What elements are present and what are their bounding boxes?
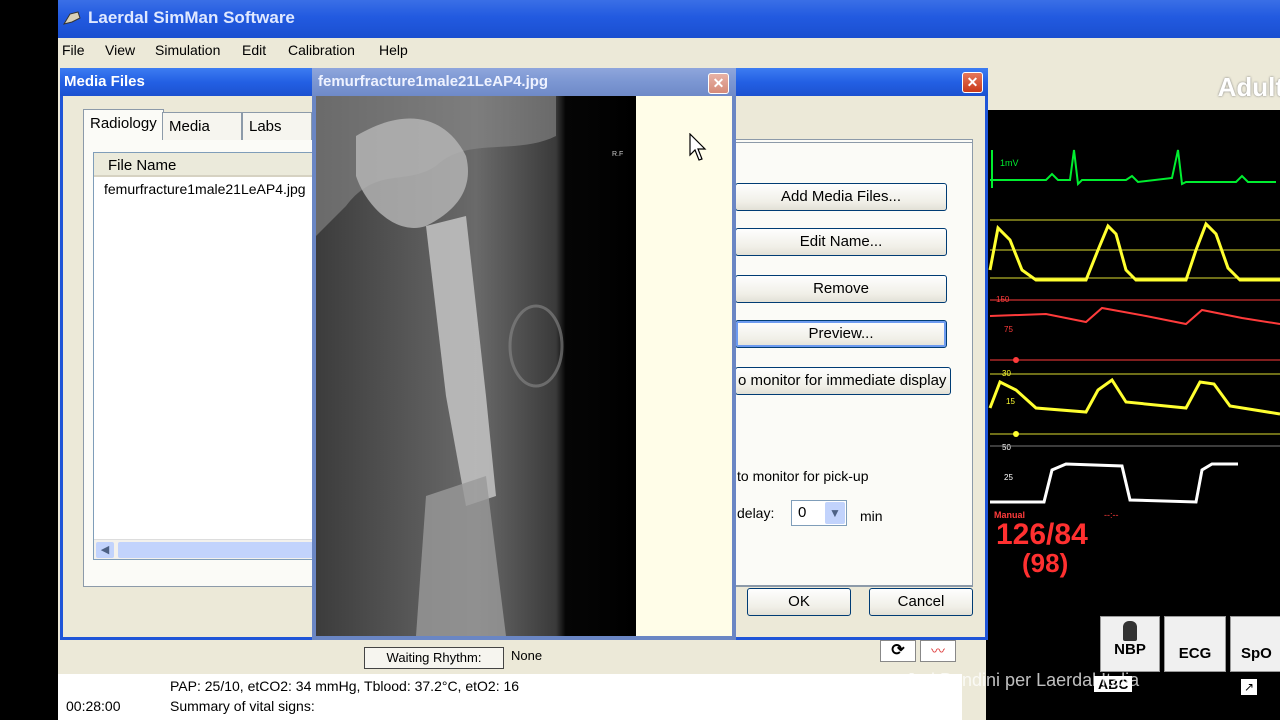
- menu-edit[interactable]: Edit: [242, 42, 266, 58]
- menubar: File View Simulation Edit Calibration He…: [58, 38, 1280, 64]
- monitor-button-row: NBP ECG SpO: [1100, 616, 1280, 676]
- co2-mid-label: 25: [1004, 473, 1013, 482]
- app-logo-icon: [62, 11, 81, 25]
- delay-value: 0: [798, 504, 807, 521]
- viewer-close-button[interactable]: ✕: [708, 73, 729, 94]
- app-titlebar: Laerdal SimMan Software: [58, 0, 1280, 38]
- ecg-button-label: ECG: [1178, 645, 1212, 662]
- spo2-button[interactable]: SpO: [1230, 616, 1280, 672]
- patient-monitor: Adult 1mV 150 75 30 15 50 25 Manual --:-…: [986, 64, 1280, 720]
- log-line-summary: Summary of vital signs:: [170, 698, 315, 714]
- menu-file[interactable]: File: [62, 42, 85, 58]
- ok-button[interactable]: OK: [747, 588, 851, 616]
- image-viewer-window: femurfracture1male21LeAP4.jpg ✕ R.F: [312, 68, 736, 640]
- red-marker: [1013, 357, 1019, 363]
- send-to-monitor-button[interactable]: o monitor for immediate display: [735, 367, 951, 395]
- abp-mid-label: 75: [1004, 325, 1013, 334]
- nbp-button[interactable]: NBP: [1100, 616, 1160, 672]
- nbp-mean: (98): [1022, 548, 1069, 578]
- list-item[interactable]: femurfracture1male21LeAP4.jpg: [104, 181, 306, 197]
- waiting-rhythm-button[interactable]: Waiting Rhythm:: [364, 647, 504, 669]
- xray-image: R.F: [316, 96, 636, 636]
- image-marker: R.F: [612, 151, 623, 158]
- nbp-time: --:--: [1104, 510, 1119, 520]
- watermark: Juri Bendini per Laerdal Italia: [906, 670, 1140, 690]
- close-icon: ✕: [966, 74, 979, 90]
- menu-calibration[interactable]: Calibration: [288, 42, 355, 58]
- media-dialog-title: Media Files: [64, 73, 145, 90]
- pickup-label: to monitor for pick-up: [737, 468, 869, 484]
- red-waveform: [989, 306, 1280, 326]
- close-icon: ✕: [712, 75, 725, 91]
- horizontal-scrollbar[interactable]: ◀: [94, 539, 318, 559]
- monitor-header: Adult: [986, 64, 1280, 110]
- remove-button[interactable]: Remove: [735, 275, 947, 303]
- chevron-down-icon[interactable]: ▼: [825, 502, 845, 524]
- log-toolbar: Waiting Rhythm: None ⟳ 〰: [58, 640, 962, 674]
- event-log: Waiting Rhythm: None ⟳ 〰 PAP: 25/10, etC…: [58, 640, 962, 720]
- file-list[interactable]: File Name femurfracture1male21LeAP4.jpg …: [93, 152, 318, 560]
- add-media-files-button[interactable]: Add Media Files...: [735, 183, 947, 211]
- viewer-titlebar: femurfracture1male21LeAP4.jpg ✕: [312, 68, 736, 96]
- preview-button[interactable]: Preview...: [735, 320, 947, 348]
- mouse-cursor-icon: [689, 133, 707, 161]
- log-icon-buttons: ⟳ 〰: [880, 640, 960, 662]
- rhythm-value: None: [511, 648, 543, 663]
- cancel-button[interactable]: Cancel: [869, 588, 973, 616]
- log-time: 00:28:00: [66, 698, 121, 714]
- edit-name-button[interactable]: Edit Name...: [735, 228, 947, 256]
- pap-marker: [1013, 431, 1019, 437]
- ecg-scale-label: 1mV: [1000, 158, 1019, 168]
- tab-labs[interactable]: Labs: [242, 112, 312, 140]
- pap-mid-label: 15: [1006, 397, 1015, 406]
- ecg-waveform: [990, 149, 1276, 187]
- file-name-column-header[interactable]: File Name: [94, 153, 317, 177]
- nbp-value: 126/84: [996, 518, 1088, 551]
- nbp-button-label: NBP: [1114, 641, 1146, 658]
- scroll-thumb[interactable]: [118, 542, 318, 558]
- media-dialog-close-button[interactable]: ✕: [962, 72, 983, 93]
- scroll-left-icon[interactable]: ◀: [96, 542, 114, 558]
- delay-select[interactable]: 0 ▼: [791, 500, 847, 526]
- ecg-trend-icon[interactable]: 〰: [920, 640, 956, 662]
- spo2-button-label: SpO: [1241, 645, 1272, 662]
- co2-waveform: [990, 462, 1238, 504]
- delay-unit-label: min: [860, 508, 883, 524]
- monitor-patient-type: Adult: [1217, 72, 1280, 102]
- menu-help[interactable]: Help: [379, 42, 408, 58]
- co2-scale-label: 50: [1002, 443, 1011, 452]
- tab-radiology[interactable]: Radiology: [83, 109, 164, 140]
- abp-waveform: [988, 221, 1280, 282]
- delay-label: delay:: [737, 505, 775, 521]
- menu-view[interactable]: View: [105, 42, 135, 58]
- refresh-icon[interactable]: ⟳: [880, 640, 916, 662]
- log-line-pap: PAP: 25/10, etCO2: 34 mmHg, Tblood: 37.2…: [170, 678, 520, 694]
- pap-waveform: [988, 377, 1280, 416]
- tab-media[interactable]: Media: [162, 112, 242, 140]
- expand-icon[interactable]: ↗: [1240, 678, 1258, 696]
- ecg-button[interactable]: ECG: [1164, 616, 1226, 672]
- menu-simulation[interactable]: Simulation: [155, 42, 220, 58]
- app-title: Laerdal SimMan Software: [88, 8, 295, 27]
- person-icon: [1123, 621, 1137, 641]
- viewer-title: femurfracture1male21LeAP4.jpg: [318, 73, 549, 90]
